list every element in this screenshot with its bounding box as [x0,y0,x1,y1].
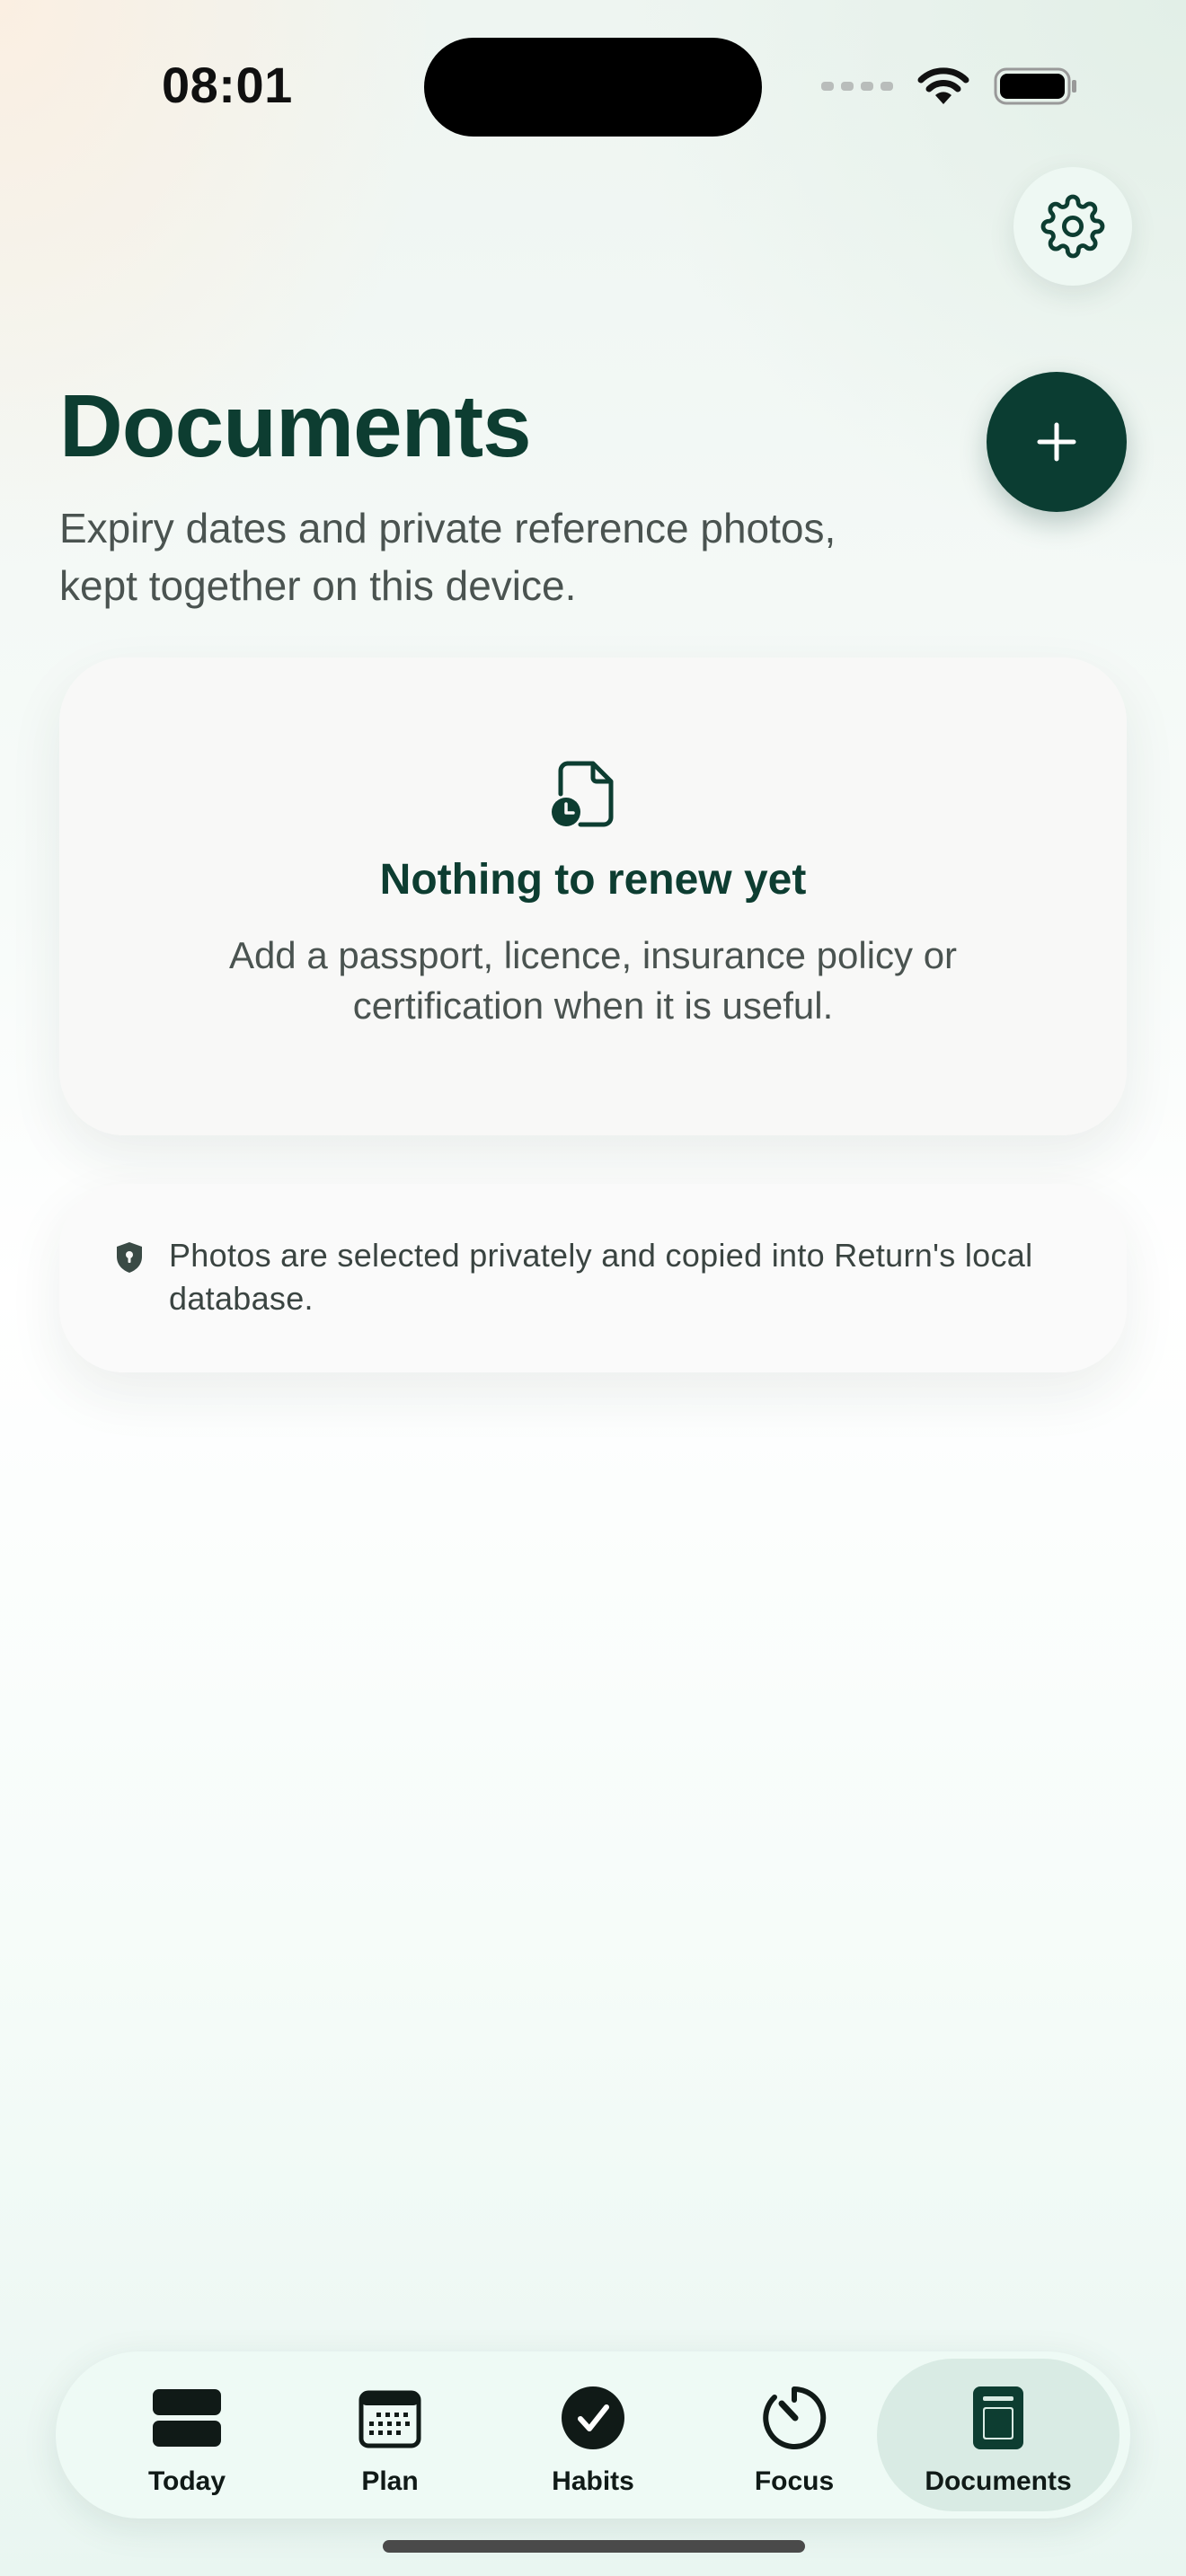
privacy-note-text: Photos are selected privately and copied… [169,1237,1033,1317]
home-indicator[interactable] [383,2540,805,2553]
tab-habits[interactable]: Habits [496,2359,690,2511]
empty-state-description: Add a passport, licence, insurance polic… [228,934,958,1027]
tab-focus[interactable]: Focus [697,2359,891,2511]
calendar-icon [358,2382,421,2454]
wifi-icon [917,67,969,104]
plus-icon [1037,422,1076,462]
tab-today[interactable]: Today [90,2359,284,2511]
document-icon [972,2382,1024,2454]
status-bar: 08:01 [0,0,1186,171]
check-circle-icon [561,2382,625,2454]
battery-icon [994,67,1076,105]
add-document-button[interactable] [987,372,1127,512]
tab-plan[interactable]: Plan [293,2359,487,2511]
status-time: 08:01 [162,57,293,113]
document-clock-icon [552,761,614,827]
page-subtitle: Expiry dates and private reference photo… [59,505,836,609]
empty-state-title: Nothing to renew yet [379,856,807,904]
gear-icon [1040,194,1105,259]
cellular-signal-icon [821,82,893,91]
dynamic-island [424,38,762,137]
tab-documents[interactable]: Documents [877,2359,1120,2511]
tab-label-focus: Focus [754,2466,835,2496]
tab-label-habits: Habits [552,2466,634,2496]
today-icon [151,2382,223,2454]
shield-lock-icon [117,1242,142,1273]
page-title: Documents [59,376,532,475]
status-indicators [821,66,1078,106]
tab-label-plan: Plan [361,2466,419,2496]
tab-label-today: Today [147,2466,226,2496]
timer-icon [762,2382,827,2454]
tab-label-documents: Documents [925,2466,1072,2496]
settings-button[interactable] [1013,167,1132,286]
